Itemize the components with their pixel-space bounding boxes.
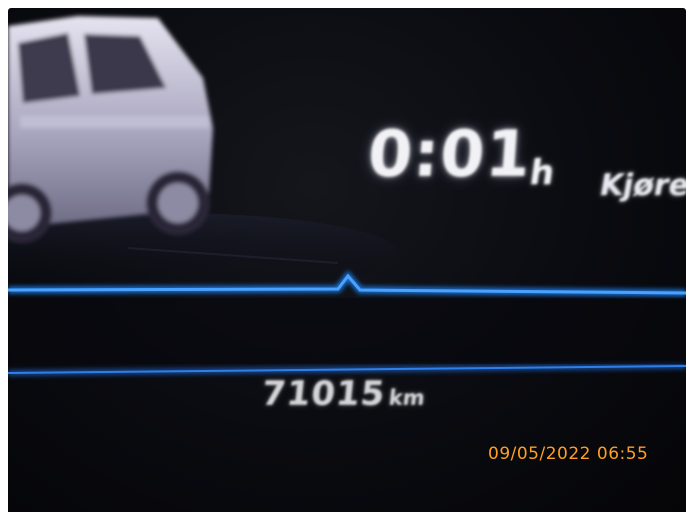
odometer-value: 71015 xyxy=(259,374,388,414)
instrument-cluster-scene xyxy=(8,16,686,376)
photo-frame: 0:01 h Kjøre 71015km 09/05/2022 06:55 xyxy=(0,0,686,512)
car-illustration xyxy=(8,16,213,243)
odometer-unit: km xyxy=(387,386,426,410)
dashboard-photo: 0:01 h Kjøre 71015km 09/05/2022 06:55 xyxy=(8,8,686,512)
trip-label: Kjøre xyxy=(596,168,686,203)
odometer: 71015km xyxy=(260,374,427,414)
lower-accent-line xyxy=(8,363,686,376)
photo-timestamp: 09/05/2022 06:55 xyxy=(488,444,649,464)
trip-time-value: 0:01 xyxy=(365,118,534,192)
